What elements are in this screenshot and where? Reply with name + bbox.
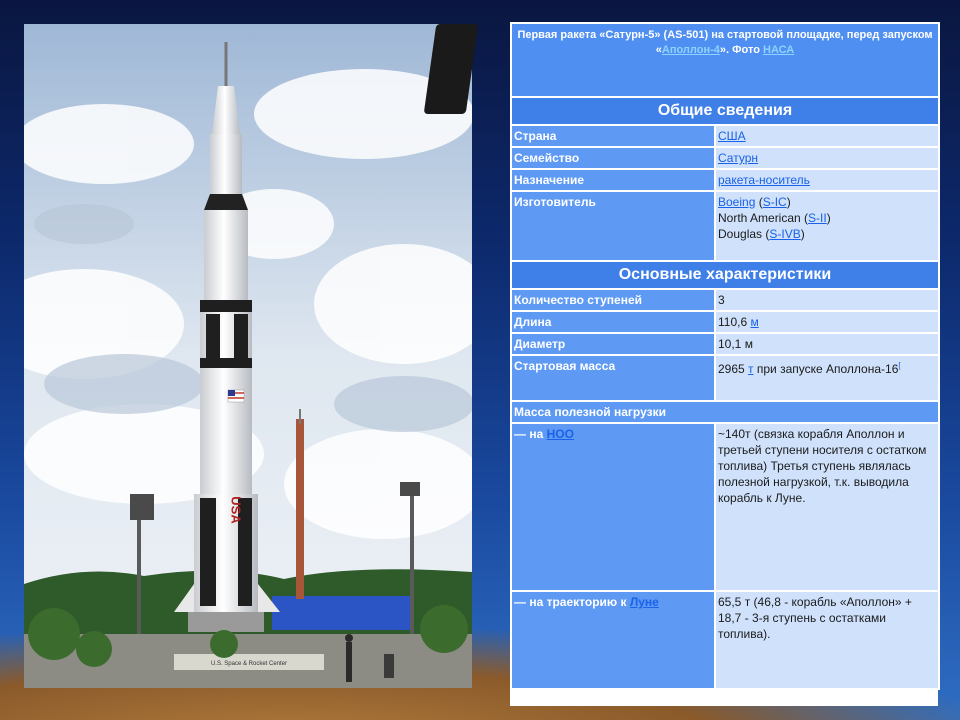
country-value: США (713, 124, 941, 148)
length-label: Длина (510, 310, 716, 334)
saturn-v-photo: USA U.S. Space & Rocket Center (24, 24, 472, 688)
mass-footnote-link[interactable]: [ (898, 361, 900, 370)
maker-line-3-close: ) (800, 227, 805, 241)
sign-text: U.S. Space & Rocket Center (211, 661, 287, 667)
purpose-label: Назначение (510, 168, 716, 192)
mass-label: Стартовая масса (510, 354, 716, 402)
section-specs-header: Основные характеристики (509, 260, 941, 290)
leo-label: — на НОО (510, 422, 716, 592)
family-label: Семейство (510, 146, 716, 170)
maker-line-1-close: ) (786, 195, 791, 209)
maker-link-sic[interactable]: S-IC (763, 195, 787, 209)
maker-line-2-close: ) (826, 211, 831, 225)
mass-rest: при запуске Аполлона-16 (753, 362, 899, 376)
leo-link[interactable]: НОО (547, 427, 574, 441)
purpose-link[interactable]: ракета-носитель (718, 173, 810, 187)
moon-label: — на траекторию к Луне (510, 590, 716, 690)
maker-link-sii[interactable]: S-II (808, 211, 827, 225)
stages-label: Количество ступеней (510, 288, 716, 312)
caption-link-apollo4[interactable]: Аполлон-4 (662, 44, 720, 56)
moon-value: 65,5 т (46,8 - корабль «Аполлон» + 18,7 … (713, 590, 941, 690)
leo-value: ~140т (связка корабля Аполлон и третьей … (713, 422, 941, 592)
diameter-value: 10,1 м (713, 332, 941, 356)
maker-line-1-paren: ( (755, 195, 763, 209)
diameter-label: Диаметр (510, 332, 716, 356)
country-label: Страна (510, 124, 716, 148)
caption-text-mid: ». Фото (719, 44, 763, 56)
payload-label: Масса полезной нагрузки (509, 400, 941, 424)
mass-value: 2965 т при запуске Аполлона-16[ (713, 354, 941, 402)
infobox-caption-row: Первая ракета «Сатурн-5» (AS-501) на ста… (509, 22, 941, 98)
moon-prefix: — на траекторию к (514, 595, 630, 609)
moon-link[interactable]: Луне (630, 595, 659, 609)
maker-line-3-text: Douglas ( (718, 227, 770, 241)
maker-label: Изготовитель (510, 190, 716, 262)
infobox: Первая ракета «Сатурн-5» (AS-501) на ста… (509, 22, 941, 706)
country-link[interactable]: США (718, 129, 746, 143)
length-unit-link[interactable]: м (750, 315, 758, 329)
maker-line-3: Douglas (S-IVB) (718, 226, 936, 242)
mass-number: 2965 (718, 362, 749, 376)
section-general-header: Общие сведения (509, 96, 941, 126)
caption-link-nasa[interactable]: НАСА (763, 44, 794, 56)
maker-link-boeing[interactable]: Boeing (718, 195, 755, 209)
maker-line-2-text: North American ( (718, 211, 809, 225)
maker-line-2: North American (S-II) (718, 210, 936, 226)
maker-link-sivb[interactable]: S-IVB (769, 227, 800, 241)
family-link[interactable]: Сатурн (718, 151, 758, 165)
infobox-table: Первая ракета «Сатурн-5» (AS-501) на ста… (509, 22, 941, 690)
length-value: 110,6 м (713, 310, 941, 334)
maker-line-1: Boeing (S-IC) (718, 194, 936, 210)
infobox-caption: Первая ракета «Сатурн-5» (AS-501) на ста… (509, 22, 941, 98)
family-value: Сатурн (713, 146, 941, 170)
rocket-usa-text: USA (229, 496, 244, 524)
maker-value: Boeing (S-IC) North American (S-II) Doug… (713, 190, 941, 262)
stages-value: 3 (713, 288, 941, 312)
leo-prefix: — на (514, 427, 547, 441)
purpose-value: ракета-носитель (713, 168, 941, 192)
length-number: 110,6 (718, 315, 751, 329)
